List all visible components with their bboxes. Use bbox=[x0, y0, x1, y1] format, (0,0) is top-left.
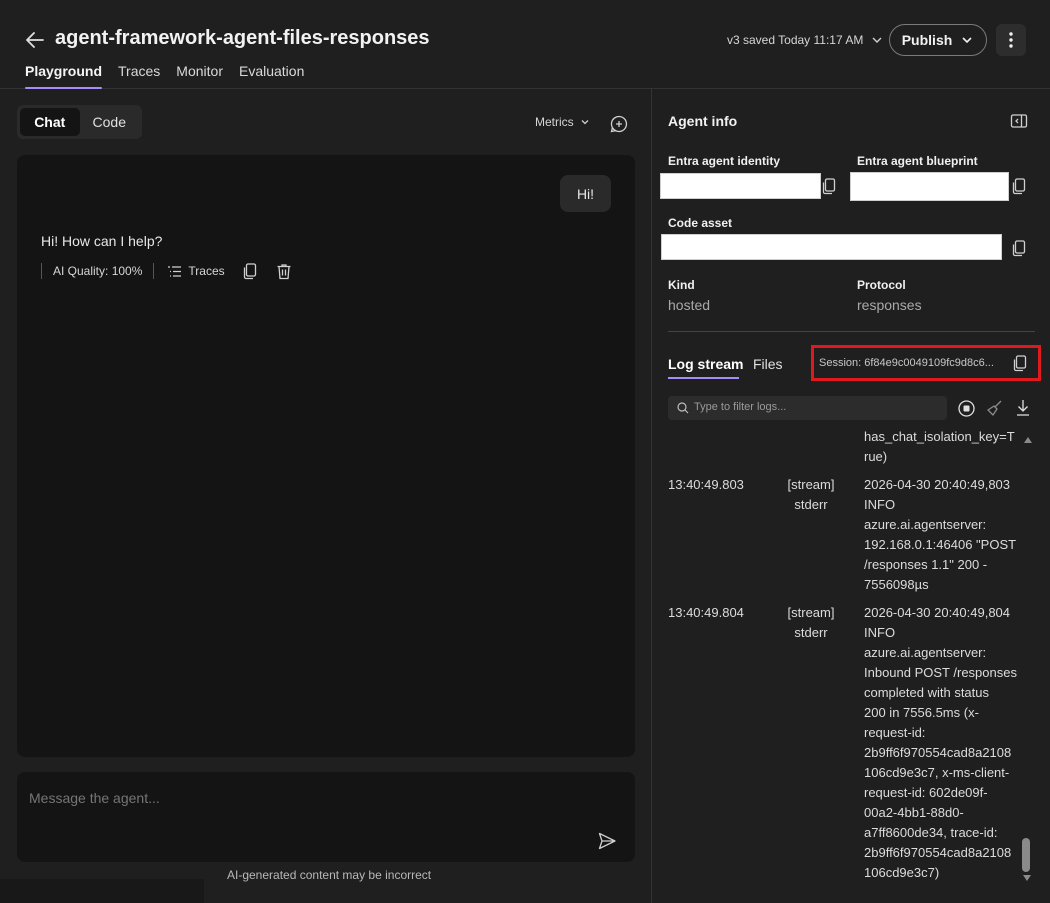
copy-icon[interactable] bbox=[243, 262, 257, 280]
assistant-message: Hi! How can I help? bbox=[41, 233, 163, 249]
list-icon bbox=[167, 265, 182, 278]
version-status-dropdown[interactable]: v3 saved Today 11:17 AM bbox=[727, 33, 883, 47]
tab-traces[interactable]: Traces bbox=[118, 63, 176, 89]
stop-icon[interactable] bbox=[958, 400, 975, 417]
copy-icon[interactable] bbox=[822, 178, 838, 196]
top-tabs: Playground Traces Monitor Evaluation bbox=[25, 63, 320, 89]
message-toolbar: AI Quality: 100% Traces bbox=[41, 261, 292, 281]
pane-divider bbox=[651, 89, 652, 903]
divider bbox=[41, 263, 42, 279]
entra-identity-value bbox=[660, 173, 821, 199]
kind-label: Kind bbox=[668, 278, 695, 292]
scroll-up-icon[interactable] bbox=[1023, 436, 1033, 444]
log-time: 13:40:49.803 bbox=[668, 477, 744, 492]
tab-files[interactable]: Files bbox=[753, 356, 783, 372]
chat-mode-button[interactable]: Chat bbox=[20, 108, 80, 136]
metrics-dropdown[interactable]: Metrics bbox=[535, 115, 590, 129]
log-scrollbar-thumb[interactable] bbox=[1022, 838, 1030, 872]
log-filter-input[interactable] bbox=[694, 401, 939, 413]
tab-log-stream[interactable]: Log stream bbox=[668, 356, 743, 372]
traces-label: Traces bbox=[188, 264, 225, 278]
entra-blueprint-label: Entra agent blueprint bbox=[857, 154, 978, 168]
code-asset-label: Code asset bbox=[668, 216, 733, 230]
search-icon bbox=[677, 402, 689, 414]
metrics-label: Metrics bbox=[535, 115, 574, 129]
copy-icon[interactable] bbox=[1012, 178, 1028, 196]
message-composer bbox=[17, 772, 635, 862]
copy-icon[interactable] bbox=[1013, 355, 1029, 373]
log-message: 2026-04-30 20:40:49,803 INFO azure.ai.ag… bbox=[864, 477, 1017, 592]
tab-playground[interactable]: Playground bbox=[25, 63, 118, 89]
footer-strip bbox=[0, 879, 204, 903]
protocol-label: Protocol bbox=[857, 278, 906, 292]
ai-disclaimer: AI-generated content may be incorrect bbox=[227, 868, 432, 882]
tab-monitor[interactable]: Monitor bbox=[176, 63, 239, 89]
scroll-down-icon[interactable] bbox=[1022, 874, 1032, 882]
page-title: agent-framework-agent-files-responses bbox=[55, 27, 430, 49]
kind-value: hosted bbox=[668, 297, 711, 313]
log-message: 2026-04-30 20:40:49,804 INFO azure.ai.ag… bbox=[864, 605, 1017, 880]
protocol-value: responses bbox=[857, 297, 922, 313]
code-mode-button[interactable]: Code bbox=[80, 108, 140, 136]
entra-blueprint-value bbox=[850, 172, 1009, 201]
chat-code-toggle: Chat Code bbox=[17, 105, 142, 139]
download-icon[interactable] bbox=[1015, 399, 1031, 417]
publish-label: Publish bbox=[901, 32, 953, 48]
user-message-bubble: Hi! bbox=[560, 175, 611, 212]
tab-evaluation[interactable]: Evaluation bbox=[239, 63, 320, 89]
log-partial-entry: has_chat_isolation_key=T rue) bbox=[864, 429, 1015, 464]
chevron-down-icon bbox=[871, 34, 883, 46]
divider bbox=[153, 263, 155, 279]
entra-identity-label: Entra agent identity bbox=[668, 154, 781, 168]
trash-icon[interactable] bbox=[276, 263, 292, 280]
copy-icon[interactable] bbox=[1012, 240, 1028, 258]
collapse-panel-icon[interactable] bbox=[1010, 112, 1028, 130]
agent-info-title: Agent info bbox=[668, 113, 738, 129]
section-divider bbox=[668, 331, 1035, 332]
code-asset-value bbox=[661, 234, 1002, 260]
publish-button[interactable]: Publish bbox=[889, 24, 987, 56]
more-options-button[interactable] bbox=[996, 24, 1026, 56]
log-source: [stream] stderr bbox=[787, 477, 835, 512]
active-tab-indicator bbox=[668, 377, 739, 379]
back-arrow-icon[interactable] bbox=[24, 29, 46, 51]
send-icon[interactable] bbox=[597, 831, 617, 851]
log-source: [stream] stderr bbox=[787, 605, 835, 640]
message-input[interactable] bbox=[29, 790, 589, 806]
session-id: Session: 6f84e9c0049109fc9d8c6... bbox=[819, 357, 994, 369]
chevron-down-icon bbox=[960, 33, 974, 47]
clear-logs-icon[interactable] bbox=[986, 399, 1004, 417]
more-vertical-icon bbox=[1009, 32, 1013, 48]
log-time: 13:40:49.804 bbox=[668, 605, 744, 620]
traces-button[interactable]: Traces bbox=[167, 264, 225, 278]
version-status-text: v3 saved Today 11:17 AM bbox=[727, 33, 864, 47]
chevron-down-icon bbox=[580, 117, 590, 127]
ai-quality-badge: AI Quality: 100% bbox=[53, 264, 143, 278]
new-chat-icon[interactable] bbox=[609, 114, 629, 134]
